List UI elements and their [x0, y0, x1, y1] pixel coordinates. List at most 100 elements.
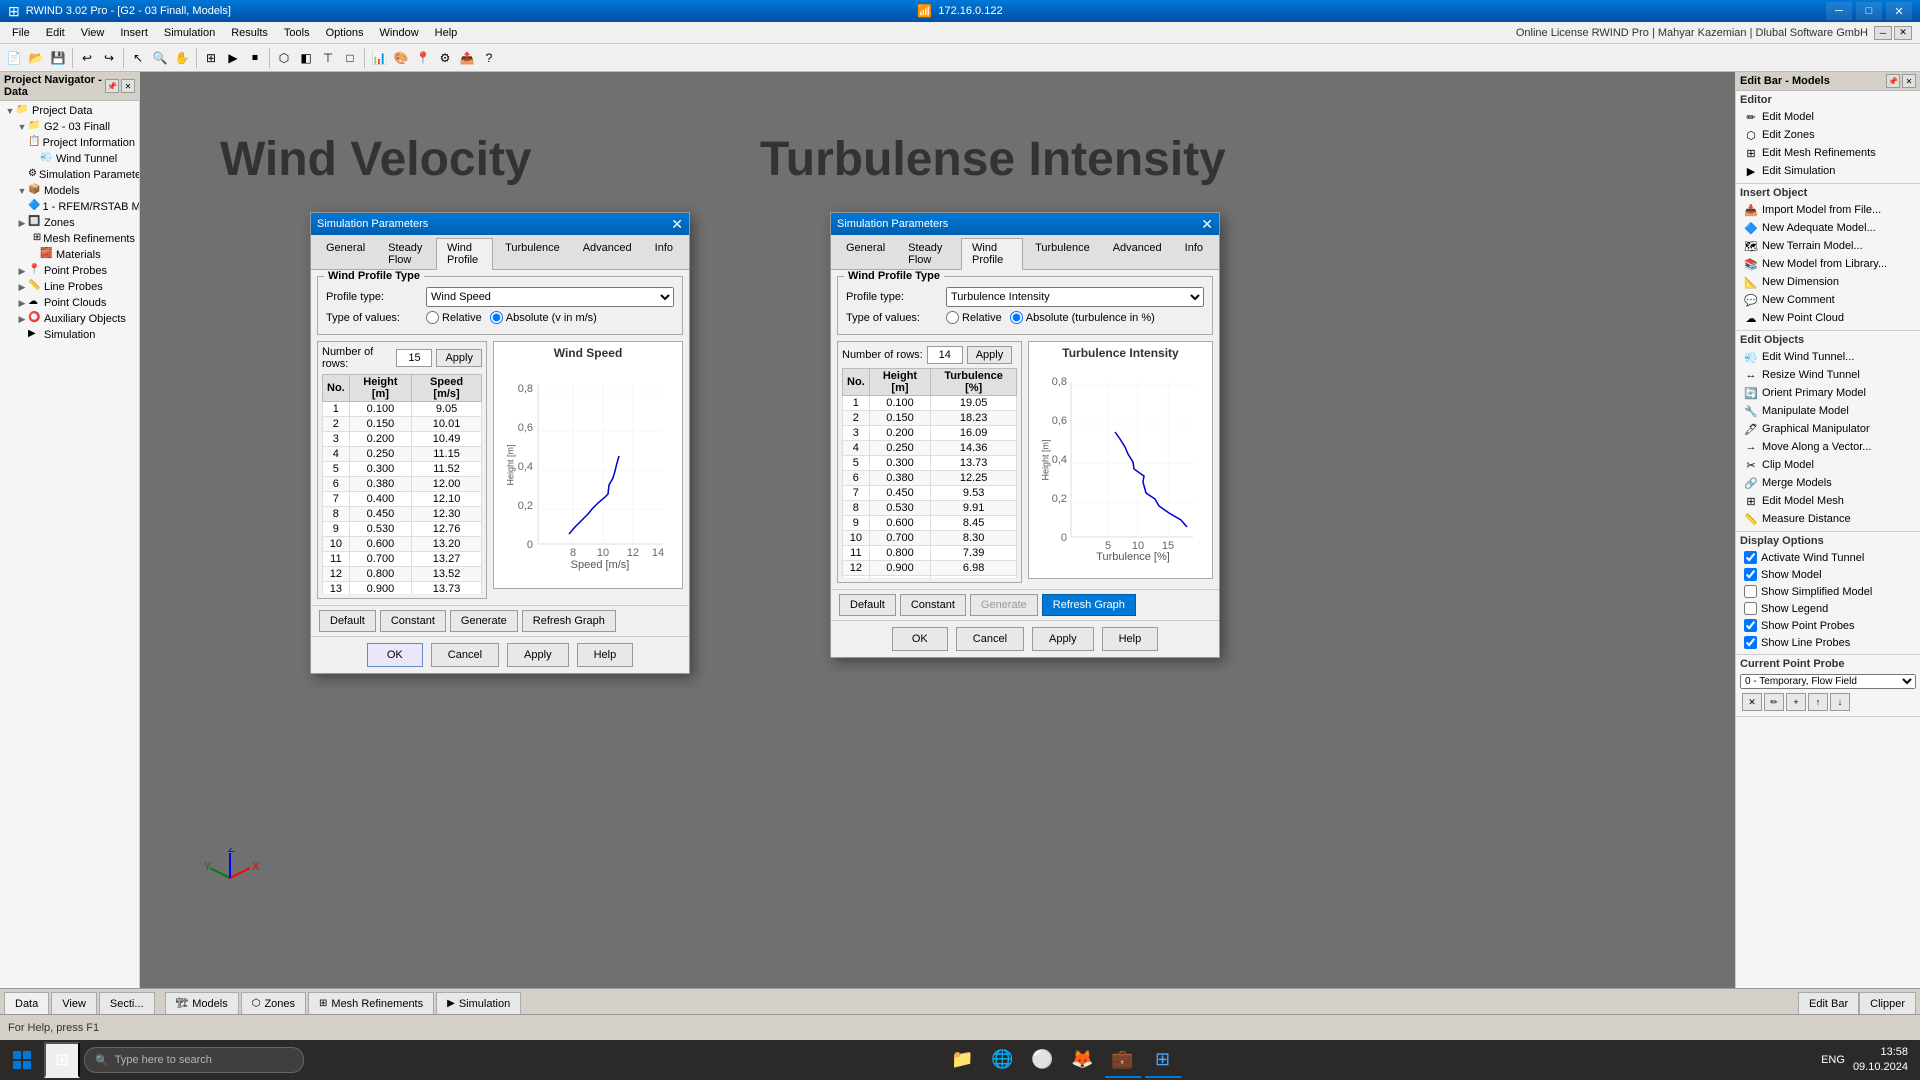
- current-probe-select[interactable]: 0 - Temporary, Flow Field: [1740, 674, 1916, 689]
- show-simplified-check[interactable]: [1744, 585, 1757, 598]
- toolbar-save[interactable]: 💾: [48, 48, 68, 68]
- turb-refresh-btn[interactable]: Refresh Graph: [1042, 594, 1136, 616]
- taskview-button[interactable]: ⊞: [44, 1042, 80, 1078]
- wind-tab-steady[interactable]: Steady Flow: [377, 238, 435, 269]
- rp-new-comment[interactable]: 💬 New Comment: [1740, 291, 1916, 309]
- expand-line-probes[interactable]: ▶: [16, 281, 28, 293]
- turb-generate-btn[interactable]: Generate: [970, 594, 1038, 616]
- turb-tab-turbulence[interactable]: Turbulence: [1024, 238, 1101, 269]
- toolbar-select[interactable]: ↖: [128, 48, 148, 68]
- rp-edit-sim[interactable]: ▶ Edit Simulation: [1740, 162, 1916, 180]
- toolbar-results[interactable]: 📊: [369, 48, 389, 68]
- rp-merge-models[interactable]: 🔗 Merge Models: [1740, 474, 1916, 492]
- taskbar-rwind[interactable]: ⊞: [1145, 1042, 1181, 1078]
- toolbar-top[interactable]: ⊤: [318, 48, 338, 68]
- wind-relative-radio[interactable]: Relative: [426, 311, 482, 324]
- tree-materials[interactable]: 🧱 Materials: [26, 247, 137, 263]
- turb-profile-type-select[interactable]: Turbulence Intensity: [946, 287, 1204, 307]
- rp-edit-zones[interactable]: ⬡ Edit Zones: [1740, 126, 1916, 144]
- clipper-tab[interactable]: Clipper: [1859, 992, 1916, 1014]
- menu-simulation[interactable]: Simulation: [156, 25, 223, 41]
- rp-new-library[interactable]: 📚 New Model from Library...: [1740, 255, 1916, 273]
- menu-file[interactable]: File: [4, 25, 38, 41]
- toolbar-new[interactable]: 📄: [4, 48, 24, 68]
- rp-new-point-cloud[interactable]: ☁ New Point Cloud: [1740, 309, 1916, 327]
- taskbar-edge[interactable]: 🌐: [985, 1042, 1021, 1078]
- tree-simulation[interactable]: ▶ Simulation: [14, 327, 137, 343]
- wind-cancel-btn[interactable]: Cancel: [431, 643, 499, 667]
- tree-project[interactable]: ▼ 📁 G2 - 03 Finall: [14, 119, 137, 135]
- expand-zones[interactable]: ▶: [16, 217, 28, 229]
- show-legend-check[interactable]: [1744, 602, 1757, 615]
- turb-dialog-close[interactable]: ✕: [1201, 217, 1213, 231]
- wind-dialog-close[interactable]: ✕: [671, 217, 683, 231]
- rp-clip-model[interactable]: ✂ Clip Model: [1740, 456, 1916, 474]
- probe-btn-edit[interactable]: ✏: [1764, 693, 1784, 711]
- tree-wind-tunnel[interactable]: 💨 Wind Tunnel: [26, 151, 137, 167]
- turb-absolute-radio[interactable]: Absolute (turbulence in %): [1010, 311, 1155, 324]
- toolbar-redo[interactable]: ↪: [99, 48, 119, 68]
- toolbar-settings[interactable]: ⚙: [435, 48, 455, 68]
- probe-btn-up[interactable]: ↑: [1808, 693, 1828, 711]
- menu-results[interactable]: Results: [223, 25, 276, 41]
- turb-rows-input[interactable]: [927, 346, 963, 364]
- turb-default-btn[interactable]: Default: [839, 594, 896, 616]
- expand-project[interactable]: ▼: [16, 121, 28, 133]
- tree-model-item[interactable]: 🔷 1 - RFEM/RSTAB Mo...: [26, 199, 137, 215]
- probe-btn-down[interactable]: ↓: [1830, 693, 1850, 711]
- wind-tab-general[interactable]: General: [315, 238, 376, 269]
- start-button[interactable]: [4, 1042, 40, 1078]
- menu-window[interactable]: Window: [372, 25, 427, 41]
- taskbar-explorer[interactable]: 📁: [945, 1042, 981, 1078]
- activate-tunnel-check[interactable]: [1744, 551, 1757, 564]
- toolbar-front[interactable]: □: [340, 48, 360, 68]
- toolbar-color[interactable]: 🎨: [391, 48, 411, 68]
- tree-mesh[interactable]: ⊞ Mesh Refinements: [26, 231, 137, 247]
- edit-bar-tab[interactable]: Edit Bar: [1798, 992, 1859, 1014]
- wind-constant-btn[interactable]: Constant: [380, 610, 446, 632]
- wind-absolute-radio[interactable]: Absolute (v in m/s): [490, 311, 597, 324]
- turb-relative-radio[interactable]: Relative: [946, 311, 1002, 324]
- tab-zones[interactable]: ⬡ Zones: [241, 992, 306, 1014]
- rp-orient-model[interactable]: 🔄 Orient Primary Model: [1740, 384, 1916, 402]
- turb-apply-btn[interactable]: Apply: [967, 346, 1013, 364]
- show-point-probes-check[interactable]: [1744, 619, 1757, 632]
- wind-tab-profile[interactable]: Wind Profile: [436, 238, 493, 270]
- rp-graphical-manip[interactable]: 🖊 Graphical Manipulator: [1740, 420, 1916, 438]
- toolbar-mesh[interactable]: ⊞: [201, 48, 221, 68]
- rp-import-model[interactable]: 📥 Import Model from File...: [1740, 201, 1916, 219]
- toolbar-undo[interactable]: ↩: [77, 48, 97, 68]
- turb-cancel-btn[interactable]: Cancel: [956, 627, 1024, 651]
- turb-tab-info[interactable]: Info: [1174, 238, 1214, 269]
- taskbar-firefox[interactable]: 🦊: [1065, 1042, 1101, 1078]
- wind-generate-btn[interactable]: Generate: [450, 610, 518, 632]
- wind-tab-advanced[interactable]: Advanced: [572, 238, 643, 269]
- wind-default-btn[interactable]: Default: [319, 610, 376, 632]
- wind-refresh-btn[interactable]: Refresh Graph: [522, 610, 616, 632]
- turb-constant-btn[interactable]: Constant: [900, 594, 966, 616]
- rp-edit-tunnel[interactable]: 💨 Edit Wind Tunnel...: [1740, 348, 1916, 366]
- toolbar-pan[interactable]: ✋: [172, 48, 192, 68]
- tree-zones[interactable]: ▶ 🔲 Zones: [14, 215, 137, 231]
- toolbar-stop[interactable]: ⏹: [245, 48, 265, 68]
- nav-pin[interactable]: 📌: [105, 79, 119, 93]
- wind-profile-type-select[interactable]: Wind Speed: [426, 287, 674, 307]
- license-close[interactable]: ✕: [1894, 26, 1912, 40]
- minimize-btn[interactable]: ─: [1826, 2, 1852, 20]
- wind-tab-turbulence[interactable]: Turbulence: [494, 238, 571, 269]
- tab-view[interactable]: View: [51, 992, 97, 1014]
- rp-new-dimension[interactable]: 📐 New Dimension: [1740, 273, 1916, 291]
- rp-resize-tunnel[interactable]: ↔ Resize Wind Tunnel: [1740, 366, 1916, 384]
- menu-view[interactable]: View: [73, 25, 113, 41]
- wind-apply-btn[interactable]: Apply: [436, 349, 482, 367]
- tree-sim-params[interactable]: ⚙ Simulation Parameters: [26, 167, 137, 183]
- tree-point-probes[interactable]: ▶ 📍 Point Probes: [14, 263, 137, 279]
- toolbar-view3d[interactable]: ⬡: [274, 48, 294, 68]
- rp-manipulate[interactable]: 🔧 Manipulate Model: [1740, 402, 1916, 420]
- rp-edit-model[interactable]: ✏ Edit Model: [1740, 108, 1916, 126]
- tree-line-probes[interactable]: ▶ 📏 Line Probes: [14, 279, 137, 295]
- tab-mesh-refinements[interactable]: ⊞ Mesh Refinements: [308, 992, 434, 1014]
- menu-insert[interactable]: Insert: [112, 25, 156, 41]
- rp-edit-mesh[interactable]: ⊞ Edit Mesh Refinements: [1740, 144, 1916, 162]
- rp-move-vector[interactable]: → Move Along a Vector...: [1740, 438, 1916, 456]
